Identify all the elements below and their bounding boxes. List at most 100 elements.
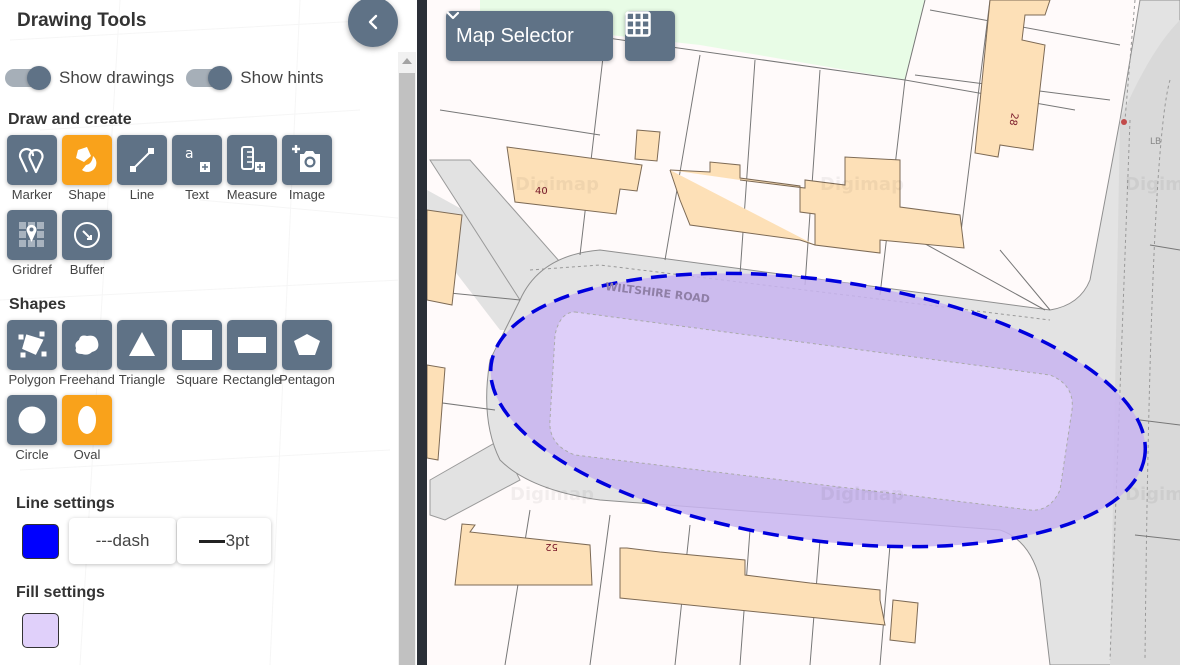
triangle-up-icon	[402, 58, 412, 64]
map-selector-button[interactable]: Map Selector	[446, 11, 613, 61]
chevron-left-icon	[368, 14, 378, 30]
tool-box[interactable]: a	[172, 135, 222, 185]
line-icon	[130, 148, 154, 172]
tool-image[interactable]: Image	[282, 135, 332, 202]
tool-rectangle[interactable]: Rectangle	[223, 320, 281, 387]
tool-box[interactable]	[282, 320, 332, 370]
square-icon	[182, 330, 212, 360]
tool-pentagon[interactable]: Pentagon	[279, 320, 335, 387]
tool-line[interactable]: Line	[117, 135, 167, 202]
tool-box[interactable]	[7, 395, 57, 445]
show-hints-label: Show hints	[240, 68, 324, 87]
tool-box[interactable]	[282, 135, 332, 185]
gridref-icon	[19, 222, 44, 247]
tool-box[interactable]	[62, 320, 112, 370]
map-watermark: Digimap	[1125, 484, 1180, 505]
map-canvas[interactable]: WILTSHIRE ROAD 40 28 52 LB Digimap Digim…	[427, 0, 1180, 665]
fill-settings-heading: Fill settings	[16, 584, 105, 601]
shape-tools-grid: Polygon Freehand Triangle Square Rectang…	[7, 320, 335, 462]
rectangle-icon	[238, 337, 266, 353]
map-watermark: Digimap	[820, 484, 904, 505]
tool-box[interactable]	[172, 320, 222, 370]
tool-text[interactable]: a Text	[172, 135, 222, 202]
grid-icon	[625, 11, 651, 37]
road-marking-lb: LB	[1150, 137, 1161, 147]
line-style-button[interactable]: ---dash	[69, 518, 176, 564]
grid-toggle-button[interactable]	[625, 11, 675, 61]
map-selector-label: Map Selector	[456, 24, 574, 47]
show-hints-toggle[interactable]: Show hints	[186, 66, 324, 90]
line-width-label: 3pt	[225, 531, 250, 550]
text-add-icon: a	[185, 146, 210, 172]
draw-and-create-heading: Draw and create	[8, 111, 132, 128]
line-style-label: ---dash	[95, 531, 150, 550]
panel-scrollbar[interactable]	[398, 52, 416, 665]
toggle-track[interactable]	[5, 66, 51, 90]
oval-icon	[78, 406, 96, 434]
tool-polygon[interactable]: Polygon	[7, 320, 57, 387]
house-number-28: 28	[1007, 112, 1020, 126]
svg-text:a: a	[185, 146, 194, 162]
triangle-icon	[129, 332, 155, 356]
tool-box[interactable]	[227, 320, 277, 370]
pentagon-icon	[294, 334, 320, 355]
line-color-swatch[interactable]	[22, 524, 59, 559]
panel-divider[interactable]	[417, 0, 427, 665]
house-number-52: 52	[545, 541, 558, 552]
map-watermark: Digimap	[515, 174, 599, 195]
tool-box[interactable]	[117, 135, 167, 185]
map-view[interactable]: WILTSHIRE ROAD 40 28 52 LB Digimap Digim…	[427, 0, 1180, 665]
tool-marker[interactable]: Marker	[7, 135, 57, 202]
tool-freehand[interactable]: Freehand	[59, 320, 115, 387]
tool-label: Image	[288, 187, 326, 202]
show-drawings-label: Show drawings	[59, 68, 175, 87]
map-point-marker	[1121, 119, 1127, 125]
marker-icon	[18, 147, 44, 174]
buffer-icon	[74, 222, 100, 248]
tool-oval[interactable]: Oval	[62, 395, 112, 462]
tool-box[interactable]	[62, 395, 112, 445]
tool-square[interactable]: Square	[172, 320, 222, 387]
tool-box[interactable]	[117, 320, 167, 370]
line-width-sample	[198, 539, 225, 543]
tool-gridref[interactable]: Gridref	[7, 210, 57, 277]
collapse-panel-button[interactable]	[348, 0, 398, 47]
tool-box[interactable]	[227, 135, 277, 185]
toggle-row: Show drawings Show hints	[5, 66, 335, 90]
tool-box[interactable]	[62, 210, 112, 260]
toggle-track[interactable]	[186, 66, 233, 90]
map-watermark: Digimap	[1125, 174, 1180, 195]
panel-title: Drawing Tools	[17, 10, 147, 31]
tool-label: Oval	[73, 447, 101, 462]
tool-label: Buffer	[69, 262, 105, 277]
drawing-tools-panel: Drawing Tools Show drawings Show hints D…	[0, 0, 420, 665]
line-settings-heading: Line settings	[16, 495, 115, 512]
circle-icon	[18, 406, 46, 434]
tool-buffer[interactable]: Buffer	[62, 210, 112, 277]
add-image-icon	[292, 145, 320, 172]
tool-shape[interactable]: Shape	[62, 135, 112, 202]
map-watermark: Digimap	[510, 484, 594, 505]
tool-box[interactable]	[62, 135, 112, 185]
tool-box[interactable]	[7, 320, 57, 370]
freehand-icon	[75, 335, 99, 355]
measure-icon	[241, 146, 265, 172]
toggle-knob[interactable]	[208, 66, 233, 90]
toggle-knob[interactable]	[27, 66, 51, 90]
polygon-icon	[17, 330, 48, 359]
tool-box[interactable]	[7, 210, 57, 260]
draw-tools-grid: Marker Shape Line a Text Measure Image G…	[7, 135, 332, 277]
tool-triangle[interactable]: Triangle	[117, 320, 167, 387]
tool-circle[interactable]: Circle	[7, 395, 57, 462]
show-drawings-toggle[interactable]: Show drawings	[5, 66, 175, 90]
scroll-up-button[interactable]	[398, 52, 416, 70]
shapes-heading: Shapes	[9, 296, 66, 313]
fill-color-swatch[interactable]	[22, 613, 59, 648]
map-watermark: Digimap	[820, 174, 904, 195]
line-width-button[interactable]: 3pt	[177, 518, 271, 564]
tool-label: Pentagon	[279, 372, 335, 387]
shape-icon	[76, 147, 97, 172]
scroll-thumb[interactable]	[399, 73, 415, 665]
tool-measure[interactable]: Measure	[227, 135, 277, 202]
tool-box[interactable]	[7, 135, 57, 185]
